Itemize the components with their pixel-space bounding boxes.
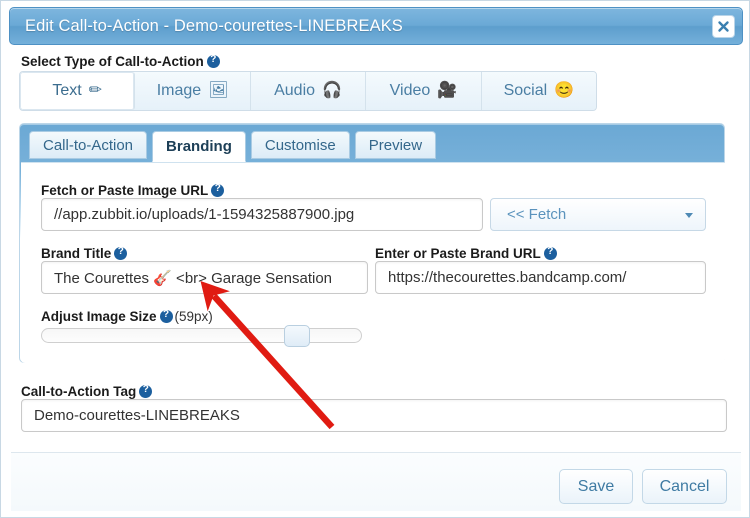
cta-tag-label-text: Call-to-Action Tag bbox=[21, 384, 137, 399]
dialog-titlebar: Edit Call-to-Action - Demo-courettes-LIN… bbox=[9, 7, 743, 45]
brand-url-input[interactable]: https://thecourettes.bandcamp.com/ bbox=[375, 261, 706, 294]
type-tab-text[interactable]: Text ✏ bbox=[20, 72, 136, 110]
type-tab-social[interactable]: Social 😊 bbox=[481, 72, 596, 110]
fetch-dropdown-value: << Fetch bbox=[507, 206, 567, 223]
brand-title-label-text: Brand Title bbox=[41, 246, 112, 261]
type-tab-audio-label: Audio bbox=[274, 82, 316, 99]
help-icon[interactable] bbox=[543, 246, 557, 260]
image-size-label-text: Adjust Image Size bbox=[41, 309, 157, 324]
help-icon[interactable] bbox=[159, 309, 173, 323]
select-type-label-text: Select Type of Call-to-Action bbox=[21, 54, 204, 69]
tab-customise[interactable]: Customise bbox=[250, 131, 350, 159]
tab-branding[interactable]: Branding bbox=[152, 131, 246, 162]
image-url-label: Fetch or Paste Image URL bbox=[41, 183, 226, 198]
image-size-slider-handle[interactable] bbox=[284, 325, 310, 347]
brand-title-input[interactable]: The Courettes 🎸 <br> Garage Sensation bbox=[41, 261, 368, 294]
help-icon[interactable] bbox=[206, 54, 220, 68]
type-tab-social-label: Social bbox=[503, 82, 548, 99]
cta-tag-label: Call-to-Action Tag bbox=[21, 384, 154, 399]
smiley-icon: 😊 bbox=[554, 82, 575, 99]
cancel-button[interactable]: Cancel bbox=[642, 469, 727, 504]
brand-url-label: Enter or Paste Brand URL bbox=[375, 246, 559, 261]
image-size-slider[interactable] bbox=[41, 325, 362, 347]
type-tab-image[interactable]: Image 🖼 bbox=[135, 72, 251, 110]
type-selector-tabs: Text ✏ Image 🖼 Audio 🎧 Video 🎥 Social 😊 bbox=[19, 71, 597, 111]
image-url-label-text: Fetch or Paste Image URL bbox=[41, 183, 209, 198]
fetch-dropdown[interactable]: << Fetch bbox=[490, 198, 706, 231]
image-size-label: Adjust Image Size (59px) bbox=[41, 309, 213, 324]
help-icon[interactable] bbox=[211, 183, 225, 197]
picture-icon: 🖼 bbox=[208, 82, 229, 99]
help-icon[interactable] bbox=[114, 246, 128, 260]
tab-preview[interactable]: Preview bbox=[354, 131, 437, 159]
type-tab-video[interactable]: Video 🎥 bbox=[366, 72, 482, 110]
type-tab-text-label: Text bbox=[52, 82, 82, 99]
movie-camera-icon: 🎥 bbox=[437, 82, 458, 99]
tab-call-to-action[interactable]: Call-to-Action bbox=[29, 131, 148, 159]
help-icon[interactable] bbox=[139, 384, 153, 398]
cta-tag-input[interactable]: Demo-courettes-LINEBREAKS bbox=[21, 399, 727, 432]
type-tab-image-label: Image bbox=[156, 82, 202, 99]
edit-cta-dialog: Edit Call-to-Action - Demo-courettes-LIN… bbox=[0, 0, 750, 518]
close-icon[interactable] bbox=[712, 15, 735, 38]
dialog-title: Edit Call-to-Action - Demo-courettes-LIN… bbox=[25, 17, 403, 35]
chevron-down-icon bbox=[685, 213, 693, 218]
panel-tabs: Call-to-Action Branding Customise Previe… bbox=[29, 131, 437, 162]
type-tab-audio[interactable]: Audio 🎧 bbox=[250, 72, 367, 110]
headphones-icon: 🎧 bbox=[322, 82, 342, 99]
pencil-icon: ✏ bbox=[88, 82, 103, 99]
image-size-value: (59px) bbox=[174, 309, 213, 324]
close-glyph bbox=[718, 21, 729, 32]
brand-url-label-text: Enter or Paste Brand URL bbox=[375, 246, 541, 261]
type-tab-video-label: Video bbox=[389, 82, 431, 99]
select-type-label: Select Type of Call-to-Action bbox=[21, 54, 222, 69]
save-button[interactable]: Save bbox=[559, 469, 633, 504]
image-url-input[interactable]: //app.zubbit.io/uploads/1-1594325887900.… bbox=[41, 198, 483, 231]
brand-title-label: Brand Title bbox=[41, 246, 129, 261]
branding-panel: Call-to-Action Branding Customise Previe… bbox=[19, 123, 725, 363]
